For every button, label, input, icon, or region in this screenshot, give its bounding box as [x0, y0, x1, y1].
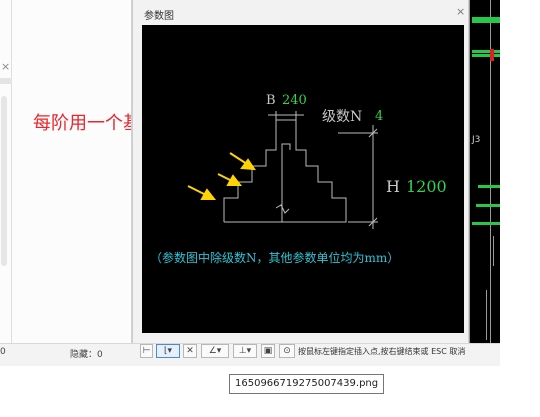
- close-icon[interactable]: ×: [456, 5, 465, 18]
- parameter-diagram-canvas: B 240 级数N 4 H 1200 （参数图中除级数N，其他参数单位均为mm）: [142, 25, 464, 333]
- dialog-title: 参数图: [144, 11, 174, 22]
- footing-steps-right: [224, 120, 347, 223]
- height-label: H: [386, 177, 400, 196]
- levels-label: 级数N: [322, 109, 362, 125]
- left-panel-close-icon[interactable]: ×: [1, 60, 10, 73]
- left-panel-tab[interactable]: [0, 78, 12, 84]
- diagram-note: （参数图中除级数N，其他参数单位均为mm）: [150, 250, 399, 265]
- toolbar-offset-button[interactable]: ⊥▾: [233, 344, 257, 358]
- toolbar-cross-button[interactable]: ✕: [183, 344, 197, 358]
- height-value: 1200: [406, 177, 447, 196]
- left-panel-divider: [11, 0, 12, 343]
- status-value: 0: [0, 347, 6, 357]
- cad-drawing-area[interactable]: J3: [466, 0, 500, 343]
- toolbar-ortho-button[interactable]: ⊙: [279, 344, 295, 358]
- levels-value: 4: [375, 109, 383, 124]
- toolbar-pointer-button[interactable]: ⊢: [140, 344, 153, 358]
- toolbar-hint: 按鼠标左键指定插入点,按右键结束或 ESC 取消: [298, 347, 466, 356]
- param-b-label: B: [266, 93, 276, 108]
- toolbar-snap-button[interactable]: ▣: [261, 344, 275, 358]
- footing-steps-left: [223, 119, 296, 222]
- step-arrows: [187, 152, 256, 200]
- cad-axis-label: J3: [472, 135, 481, 145]
- toolbar-select-button[interactable]: ⌊▾: [156, 344, 180, 358]
- filename-tooltip: 1650966719275007439.png: [229, 374, 385, 394]
- param-b-value: 240: [282, 93, 307, 108]
- left-dock-panel: [0, 0, 130, 343]
- toolbar-angle-button[interactable]: ∠▾: [201, 344, 229, 358]
- status-hidden-count: 隐藏：0: [70, 350, 103, 360]
- left-panel-scrollbar[interactable]: [1, 96, 7, 266]
